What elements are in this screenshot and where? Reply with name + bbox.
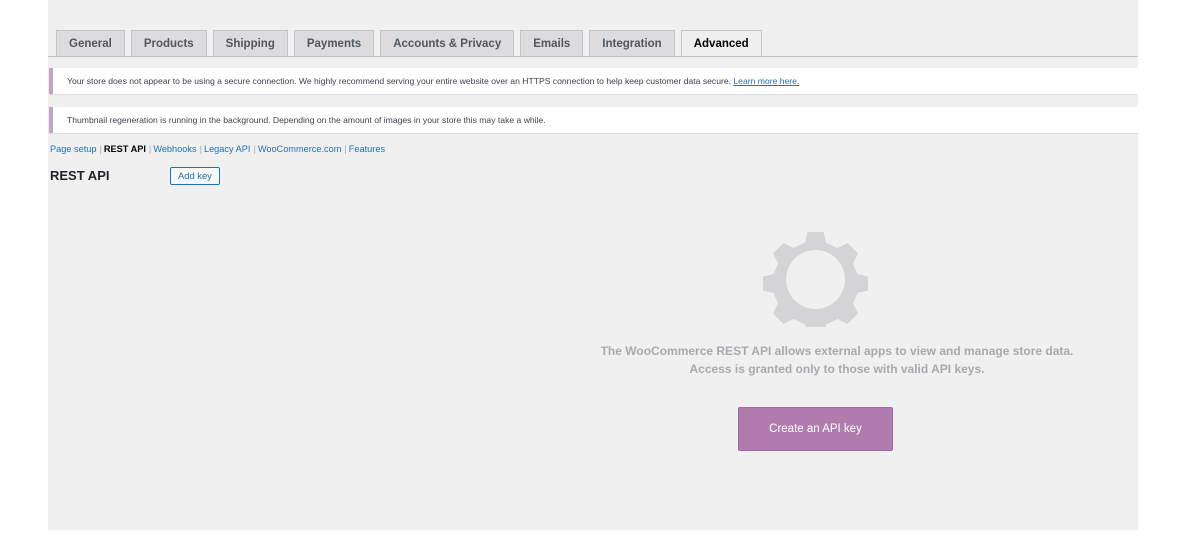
section-title: REST API [50, 168, 110, 183]
gear-icon [763, 232, 868, 327]
subnav-features[interactable]: Features [349, 144, 385, 154]
subnav-rest-api: REST API [103, 144, 146, 154]
learn-more-link[interactable]: Learn more here. [733, 76, 799, 86]
tab-emails[interactable]: Emails [520, 30, 584, 56]
subnav-separator: | [99, 144, 102, 154]
tab-payments[interactable]: Payments [293, 30, 375, 56]
add-key-button[interactable]: Add key [170, 167, 220, 185]
tab-integration[interactable]: Integration [589, 30, 675, 56]
tab-shipping[interactable]: Shipping [212, 30, 288, 56]
subnav-webhooks[interactable]: Webhooks [153, 144, 196, 154]
subnav-separator: | [148, 144, 152, 154]
tab-advanced[interactable]: Advanced [680, 30, 762, 57]
tab-divider [48, 56, 1138, 57]
tab-general[interactable]: General [56, 30, 125, 56]
subnav-separator: | [253, 144, 256, 154]
thumbnail-notice: Thumbnail regeneration is running in the… [49, 107, 1138, 133]
advanced-subnav: Page setup | REST API | Webhooks | Legacy API |… [50, 144, 385, 154]
https-notice: Your store does not appear to be using a… [49, 68, 1138, 94]
empty-state-text: The WooCommerce REST API allows external… [600, 344, 1074, 376]
create-api-key-button[interactable]: Create an API key [738, 407, 893, 451]
subnav-separator: | [344, 144, 347, 154]
tab-accounts-privacy[interactable]: Accounts & Privacy [380, 30, 515, 56]
subnav-page-setup[interactable]: Page setup [50, 144, 97, 154]
settings-tabs: General Products Shipping Payments Accou… [56, 30, 762, 57]
subnav-woocommerce-com[interactable]: WooCommerce.com [258, 144, 342, 154]
subnav-separator: | [199, 144, 202, 154]
settings-page: General Products Shipping Payments Accou… [48, 0, 1138, 530]
https-notice-text: Your store does not appear to be using a… [67, 76, 732, 86]
thumbnail-notice-text: Thumbnail regeneration is running in the… [67, 115, 546, 125]
subnav-legacy-api[interactable]: Legacy API [204, 144, 250, 154]
tab-products[interactable]: Products [130, 30, 207, 56]
